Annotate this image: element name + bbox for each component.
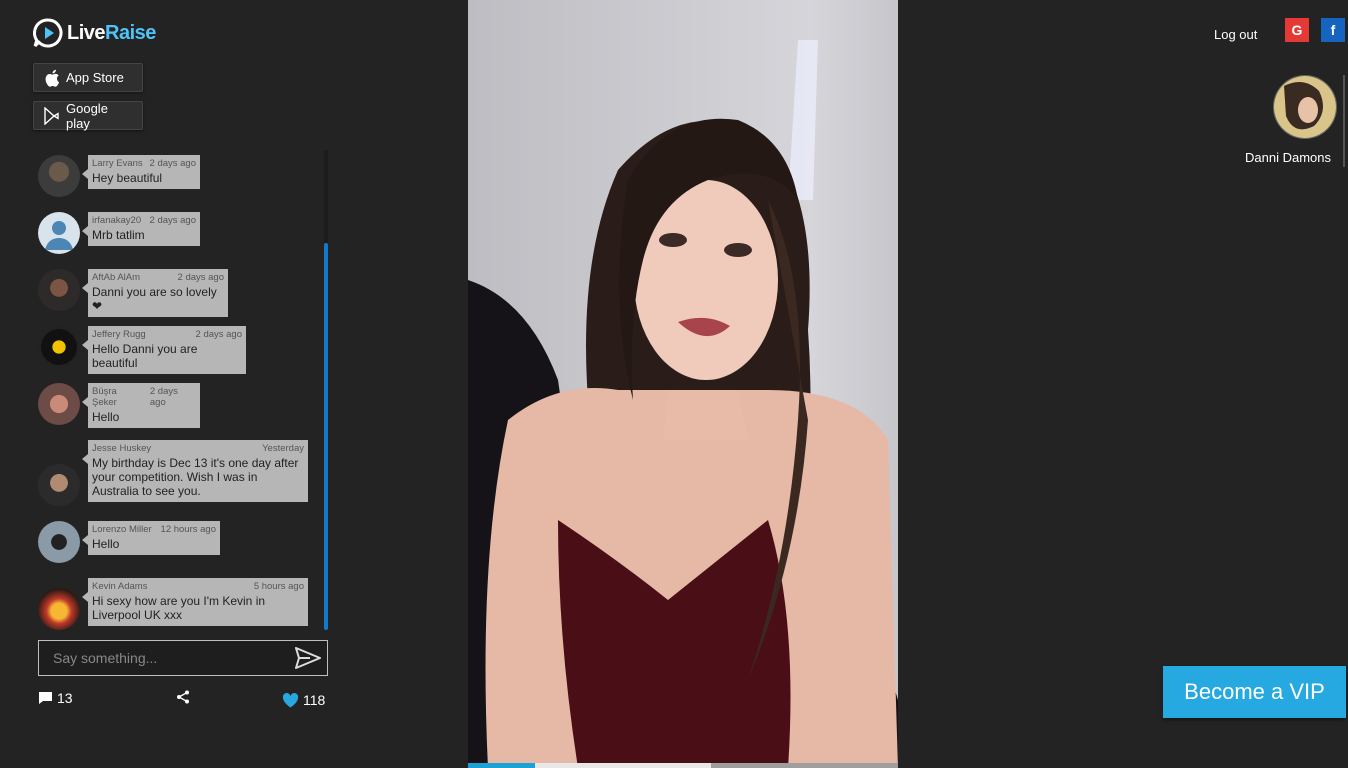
google-play-button[interactable]: Google play: [33, 100, 143, 131]
message-user[interactable]: Jeffery Rugg: [92, 329, 146, 340]
app-store-label: App Store: [66, 70, 124, 85]
chat-message: Jeffery Rugg 2 days ago Hello Danni you a…: [38, 326, 246, 374]
avatar[interactable]: [38, 464, 80, 506]
message-time: 2 days ago: [149, 215, 196, 226]
avatar[interactable]: [38, 326, 80, 368]
heart-icon: [282, 692, 299, 707]
message-user[interactable]: Büşra Şeker: [92, 386, 144, 408]
message-time: 2 days ago: [149, 386, 178, 408]
avatar[interactable]: [38, 212, 80, 254]
facebook-icon: f: [1330, 22, 1336, 38]
play-bubble-icon: [33, 18, 63, 48]
chat-input-box: [38, 640, 328, 676]
google-play-label: Google play: [66, 100, 108, 131]
logout-link[interactable]: Log out: [1214, 27, 1257, 42]
host-avatar[interactable]: [1273, 75, 1337, 139]
message-user[interactable]: Lorenzo Miller: [92, 524, 152, 535]
message-time: 2 days ago: [195, 329, 242, 340]
host-photo: [1274, 76, 1336, 138]
message-text: Hello: [92, 410, 120, 424]
message-user[interactable]: Kevin Adams: [92, 581, 147, 592]
google-play-icon: [44, 106, 59, 125]
message-bubble: Jesse Huskey Yesterday My birthday is Dec…: [82, 440, 308, 502]
message-user[interactable]: Jesse Huskey: [92, 443, 151, 454]
video-progress-bar[interactable]: [468, 763, 898, 768]
message-text: Hi sexy how are you I'm Kevin in Liverpo…: [92, 594, 266, 622]
logo-wordmark: LiveRaise: [67, 21, 156, 44]
video-frame: [468, 0, 898, 768]
like-count[interactable]: 118: [282, 692, 325, 708]
message-text: Hello: [92, 537, 120, 551]
message-bubble: Büşra Şeker 2 days ago Hello: [82, 383, 200, 428]
message-text: My birthday is Dec 13 it's one day after…: [92, 456, 299, 498]
video-progress-fill: [468, 763, 535, 768]
message-bubble: Jeffery Rugg 2 days ago Hello Danni you a…: [82, 326, 246, 374]
chat-message: Larry Evans 2 days ago Hey beautiful: [38, 155, 200, 197]
message-time: 5 hours ago: [253, 581, 304, 592]
comment-count-value: 13: [57, 690, 73, 706]
share-button[interactable]: [176, 690, 190, 704]
message-bubble: AftAb AlAm 2 days ago Danni you are so lo…: [82, 269, 228, 317]
message-bubble: Kevin Adams 5 hours ago Hi sexy how are y…: [82, 578, 308, 626]
message-bubble: Lorenzo Miller 12 hours ago Hello: [82, 521, 220, 555]
send-icon[interactable]: [295, 647, 321, 669]
comment-count[interactable]: 13: [38, 690, 73, 706]
message-time: Yesterday: [262, 443, 304, 454]
default-user-icon: [45, 221, 73, 250]
app-store-button[interactable]: App Store: [33, 63, 143, 92]
avatar[interactable]: [38, 521, 80, 563]
video-buffered-bar: [534, 763, 711, 768]
like-count-value: 118: [303, 692, 326, 708]
chat-message: irfanakay20 2 days ago Mrb tatlim: [38, 212, 200, 254]
become-vip-button[interactable]: Become a VIP: [1163, 666, 1346, 718]
chat-message: Jesse Huskey Yesterday My birthday is Dec…: [38, 440, 308, 506]
google-icon: G: [1291, 22, 1303, 38]
avatar[interactable]: [38, 588, 80, 630]
host-name[interactable]: Danni Damons: [1245, 150, 1331, 165]
message-time: 12 hours ago: [160, 524, 216, 535]
message-bubble: Larry Evans 2 days ago Hey beautiful: [82, 155, 200, 189]
message-user[interactable]: Larry Evans: [92, 158, 143, 169]
chat-message: Büşra Şeker 2 days ago Hello: [38, 383, 200, 428]
comment-icon: [39, 692, 52, 704]
apple-icon: [45, 69, 59, 87]
divider: [1343, 75, 1345, 167]
message-user[interactable]: irfanakay20: [92, 215, 141, 226]
message-time: 2 days ago: [177, 272, 224, 283]
message-text: Danni you are so lovely❤: [92, 285, 217, 313]
message-bubble: irfanakay20 2 days ago Mrb tatlim: [82, 212, 200, 246]
chat-input[interactable]: [51, 649, 295, 667]
message-text: Mrb tatlim: [92, 228, 145, 242]
message-text: Hey beautiful: [92, 171, 163, 185]
message-time: 2 days ago: [149, 158, 196, 169]
liveraise-logo[interactable]: LiveRaise: [33, 18, 156, 48]
avatar[interactable]: [38, 383, 80, 425]
chat-message: Kevin Adams 5 hours ago Hi sexy how are y…: [38, 578, 308, 630]
google-login-button[interactable]: G: [1285, 18, 1309, 42]
live-video-player[interactable]: [468, 0, 898, 768]
message-user[interactable]: AftAb AlAm: [92, 272, 140, 283]
chat-list[interactable]: Larry Evans 2 days ago Hey beautiful irfa…: [38, 150, 328, 630]
share-icon: [177, 690, 189, 704]
message-text: Hello Danni you are beautiful: [92, 342, 198, 370]
chat-message: AftAb AlAm 2 days ago Danni you are so lo…: [38, 269, 228, 317]
avatar[interactable]: [38, 269, 80, 311]
avatar[interactable]: [38, 155, 80, 197]
facebook-login-button[interactable]: f: [1321, 18, 1345, 42]
chat-message: Lorenzo Miller 12 hours ago Hello: [38, 521, 220, 563]
